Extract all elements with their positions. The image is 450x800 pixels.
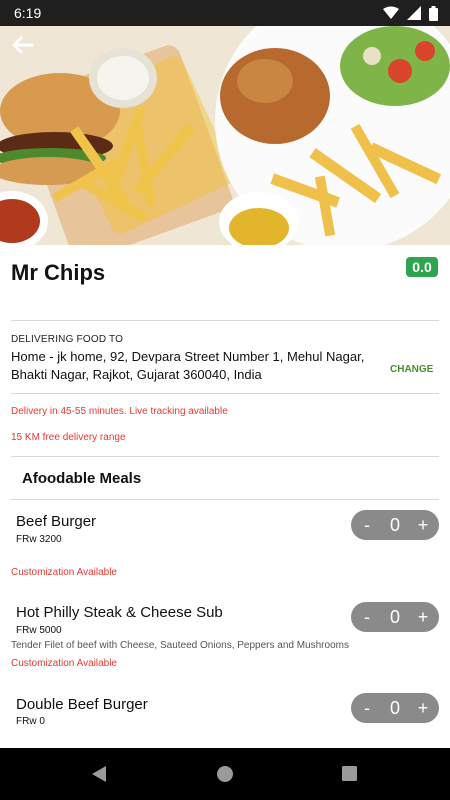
quantity-value: 0 <box>389 515 400 535</box>
rating-badge: 0.0 <box>406 257 438 277</box>
item-name: Beef Burger <box>16 513 97 530</box>
divider <box>11 499 439 500</box>
item-description: Tender Filet of beef with Cheese, Sautee… <box>11 640 349 651</box>
triangle-back-icon <box>92 766 106 782</box>
delivery-eta: Delivery in 45-55 minutes. Live tracking… <box>11 406 228 417</box>
status-time: 6:19 <box>14 5 42 21</box>
back-nav-button[interactable] <box>90 765 108 788</box>
status-icons <box>383 5 438 21</box>
increment-button[interactable]: + <box>415 699 431 717</box>
increment-button[interactable]: + <box>415 608 431 626</box>
quantity-stepper: - 0 + <box>351 693 439 723</box>
square-recents-icon <box>342 766 357 781</box>
quantity-value: 0 <box>389 698 400 718</box>
delivering-label: DELIVERING FOOD TO <box>11 334 124 345</box>
circle-home-icon <box>217 766 233 782</box>
delivery-address: Home - jk home, 92, Devpara Street Numbe… <box>11 349 365 382</box>
divider <box>11 456 439 457</box>
change-address-button[interactable]: CHANGE <box>390 364 433 375</box>
section-title: Afoodable Meals <box>22 470 142 487</box>
wifi-icon <box>383 6 399 19</box>
arrow-left-icon <box>12 36 34 54</box>
item-name: Double Beef Burger <box>16 696 148 713</box>
navigation-bar <box>0 748 450 800</box>
quantity-stepper: - 0 + <box>351 602 439 632</box>
customization-label: Customization Available <box>11 567 117 578</box>
divider <box>11 393 439 394</box>
signal-icon <box>407 6 421 20</box>
item-price: FRw 5000 <box>16 625 62 636</box>
home-nav-button[interactable] <box>216 765 234 788</box>
quantity-value: 0 <box>389 607 400 627</box>
decrement-button[interactable]: - <box>359 608 375 626</box>
restaurant-hero-image <box>0 26 450 245</box>
customization-label: Customization Available <box>11 658 117 669</box>
battery-icon <box>429 5 438 21</box>
recents-nav-button[interactable] <box>341 765 358 787</box>
back-button[interactable] <box>8 30 38 60</box>
quantity-stepper: - 0 + <box>351 510 439 540</box>
item-price: FRw 3200 <box>16 534 62 545</box>
restaurant-name: Mr Chips <box>11 260 106 285</box>
increment-button[interactable]: + <box>415 516 431 534</box>
divider <box>11 320 439 321</box>
item-price: FRw 0 <box>16 716 45 727</box>
item-name: Hot Philly Steak & Cheese Sub <box>16 604 223 621</box>
status-bar: 6:19 <box>0 0 450 26</box>
delivery-range: 15 KM free delivery range <box>11 432 126 443</box>
decrement-button[interactable]: - <box>359 516 375 534</box>
decrement-button[interactable]: - <box>359 699 375 717</box>
